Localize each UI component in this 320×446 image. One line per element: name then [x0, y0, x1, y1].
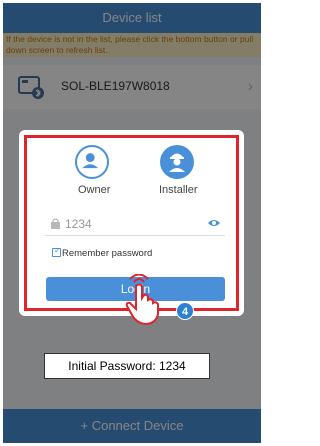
- step-number-badge: 4: [176, 302, 194, 320]
- password-value: 1234: [65, 217, 92, 231]
- tap-hand-icon: [125, 274, 159, 326]
- initial-password-callout: Initial Password: 1234: [44, 353, 210, 379]
- installer-role-button[interactable]: [160, 145, 194, 179]
- installer-label: Installer: [159, 184, 198, 196]
- remember-password-checkbox[interactable]: ✓: [52, 246, 61, 257]
- check-icon: ✓: [54, 246, 61, 255]
- password-input[interactable]: 1234: [45, 212, 225, 236]
- remember-password-label: Remember password: [62, 248, 153, 259]
- lock-icon: [51, 218, 60, 229]
- person-icon: [82, 153, 99, 169]
- installer-icon: [169, 153, 185, 172]
- owner-label: Owner: [78, 184, 111, 196]
- eye-icon[interactable]: [207, 218, 221, 228]
- owner-role-button[interactable]: [75, 145, 109, 179]
